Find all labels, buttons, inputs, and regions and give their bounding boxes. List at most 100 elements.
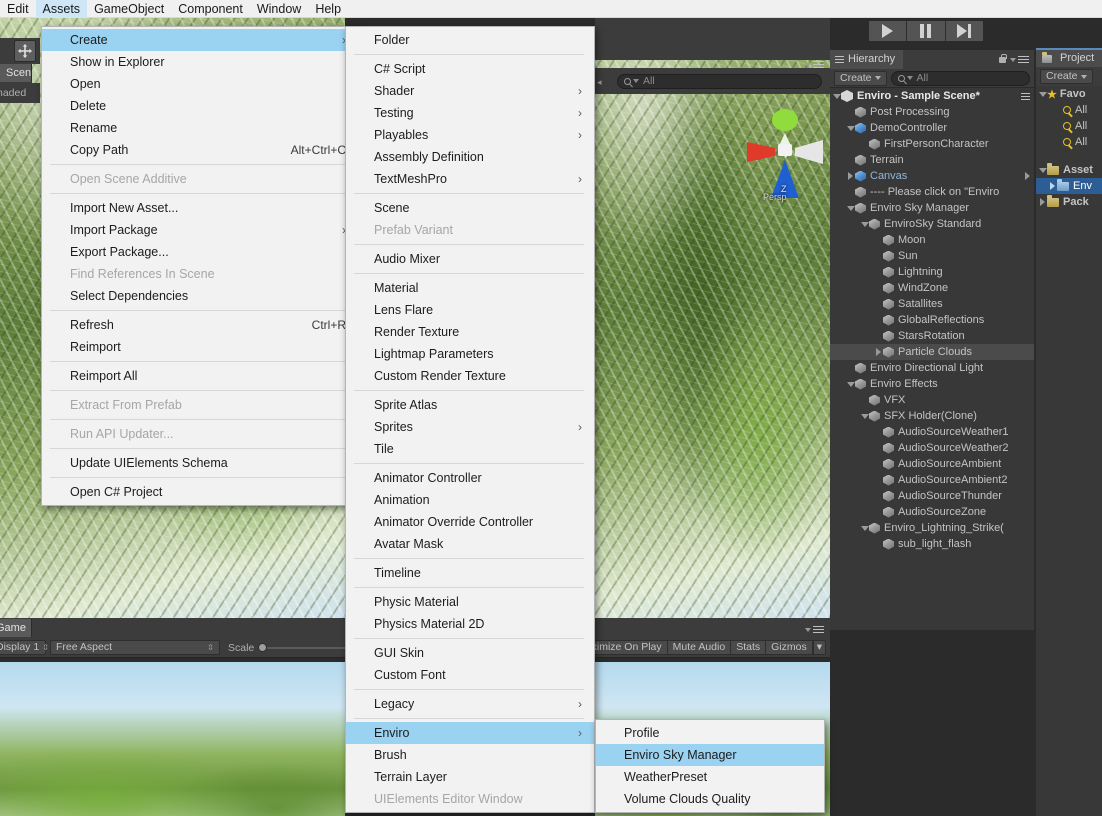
hierarchy-row[interactable]: GlobalReflections (830, 312, 1034, 328)
stats-button[interactable]: Stats (730, 640, 767, 655)
hierarchy-row[interactable]: AudioSourceWeather2 (830, 440, 1034, 456)
project-row[interactable]: Asset (1036, 162, 1102, 178)
scene-context-menu-icon[interactable] (1021, 91, 1030, 102)
expander-down-icon[interactable] (846, 381, 855, 387)
hierarchy-row[interactable]: EnviroSky Standard (830, 216, 1034, 232)
hierarchy-row[interactable]: AudioSourceZone (830, 504, 1034, 520)
tools-strip[interactable] (0, 38, 40, 64)
menu-item-lens-flare[interactable]: Lens Flare (346, 299, 594, 321)
menu-item-volume-clouds-quality[interactable]: Volume Clouds Quality (596, 788, 824, 810)
menu-item-open[interactable]: Open (42, 73, 358, 95)
lock-icon[interactable] (999, 53, 1007, 63)
project-row[interactable]: Pack (1036, 194, 1102, 210)
menu-item-audio-mixer[interactable]: Audio Mixer (346, 248, 594, 270)
menu-item-open-c-project[interactable]: Open C# Project (42, 481, 358, 503)
game-aspect-dropdown[interactable]: Free Aspect ⇳ (50, 640, 220, 655)
hierarchy-row[interactable]: VFX (830, 392, 1034, 408)
gizmos-dropdown-arrow-icon[interactable]: ▾ (812, 640, 826, 655)
menu-item-import-new-asset[interactable]: Import New Asset... (42, 197, 358, 219)
menubar-item-help[interactable]: Help (308, 0, 348, 18)
menu-item-terrain-layer[interactable]: Terrain Layer (346, 766, 594, 788)
menu-item-legacy[interactable]: Legacy › (346, 693, 594, 715)
scale-slider-knob[interactable] (258, 643, 268, 652)
expander-right-icon[interactable] (846, 172, 855, 180)
hierarchy-row[interactable]: Satallites (830, 296, 1034, 312)
hierarchy-row[interactable]: AudioSourceThunder (830, 488, 1034, 504)
menu-item-assembly-definition[interactable]: Assembly Definition (346, 146, 594, 168)
hierarchy-row[interactable]: Enviro Sky Manager (830, 200, 1034, 216)
menu-item-animator-controller[interactable]: Animator Controller (346, 467, 594, 489)
menu-item-material[interactable]: Material (346, 277, 594, 299)
menu-item-sprites[interactable]: Sprites › (346, 416, 594, 438)
menu-item-sprite-atlas[interactable]: Sprite Atlas (346, 394, 594, 416)
menu-item-render-texture[interactable]: Render Texture (346, 321, 594, 343)
menu-item-update-uielements-schema[interactable]: Update UIElements Schema (42, 452, 358, 474)
menu-item-show-in-explorer[interactable]: Show in Explorer (42, 51, 358, 73)
menubar-item-window[interactable]: Window (250, 0, 308, 18)
expander-right-icon[interactable] (874, 348, 883, 356)
game-display-dropdown[interactable]: Display 1 ⇳ (0, 640, 49, 655)
menu-item-animator-override-controller[interactable]: Animator Override Controller (346, 511, 594, 533)
hierarchy-row[interactable]: Lightning (830, 264, 1034, 280)
hierarchy-row[interactable]: Particle Clouds (830, 344, 1034, 360)
project-create-button[interactable]: Create (1040, 69, 1093, 84)
hierarchy-row[interactable]: Enviro Directional Light (830, 360, 1034, 376)
hierarchy-row[interactable]: FirstPersonCharacter (830, 136, 1034, 152)
scene-search-left-arrow-icon[interactable]: ◂ (597, 77, 602, 88)
hierarchy-row[interactable]: AudioSourceWeather1 (830, 424, 1034, 440)
menu-item-enviro-sky-manager[interactable]: Enviro Sky Manager (596, 744, 824, 766)
expander-down-icon[interactable] (860, 525, 869, 531)
menu-item-select-dependencies[interactable]: Select Dependencies (42, 285, 358, 307)
hierarchy-row[interactable]: StarsRotation (830, 328, 1034, 344)
expander-down-icon[interactable] (846, 205, 855, 211)
menu-item-refresh[interactable]: Refresh Ctrl+R (42, 314, 358, 336)
menu-item-tile[interactable]: Tile (346, 438, 594, 460)
tab-game[interactable]: Game (0, 619, 32, 637)
hierarchy-row[interactable]: SFX Holder(Clone) (830, 408, 1034, 424)
expander-down-icon[interactable] (860, 221, 869, 227)
create-submenu[interactable]: Folder C# Script Shader › Testing › Playables ›… (345, 26, 595, 813)
menu-item-playables[interactable]: Playables › (346, 124, 594, 146)
menu-item-custom-font[interactable]: Custom Font (346, 664, 594, 686)
project-row[interactable]: ★ Favo (1036, 86, 1102, 102)
hierarchy-search-input[interactable]: All (890, 70, 1030, 86)
pause-button[interactable] (907, 21, 946, 41)
menu-item-export-package[interactable]: Export Package... (42, 241, 358, 263)
hierarchy-row[interactable]: AudioSourceAmbient2 (830, 472, 1034, 488)
menubar-item-gameobject[interactable]: GameObject (87, 0, 171, 18)
hierarchy-row[interactable]: Enviro_Lightning_Strike( (830, 520, 1034, 536)
hierarchy-row[interactable]: Moon (830, 232, 1034, 248)
menu-item-testing[interactable]: Testing › (346, 102, 594, 124)
expander-down-icon[interactable] (1038, 91, 1047, 97)
hierarchy-row[interactable]: Canvas (830, 168, 1034, 184)
enviro-submenu[interactable]: Profile Enviro Sky Manager WeatherPreset Vo… (595, 719, 825, 813)
project-row[interactable]: All (1036, 118, 1102, 134)
game-options-menu-icon[interactable] (805, 624, 824, 635)
step-button[interactable] (945, 21, 983, 41)
play-button[interactable] (869, 21, 908, 41)
menu-item-gui-skin[interactable]: GUI Skin (346, 642, 594, 664)
menu-item-import-package[interactable]: Import Package › (42, 219, 358, 241)
menu-item-scene[interactable]: Scene (346, 197, 594, 219)
hierarchy-scene-root[interactable]: Enviro - Sample Scene* (830, 88, 1034, 104)
menu-item-lightmap-parameters[interactable]: Lightmap Parameters (346, 343, 594, 365)
main-menu-bar[interactable]: Edit Assets GameObject Component Window Help (0, 0, 1102, 18)
tab-project[interactable]: Project (1036, 48, 1102, 67)
move-tool-icon[interactable] (14, 40, 36, 62)
expander-right-icon[interactable] (1038, 198, 1047, 206)
hierarchy-row[interactable]: Enviro Effects (830, 376, 1034, 392)
project-row[interactable]: Env (1036, 178, 1102, 194)
menu-item-physic-material[interactable]: Physic Material (346, 591, 594, 613)
mute-audio-button[interactable]: Mute Audio (666, 640, 732, 655)
hierarchy-row[interactable]: Post Processing (830, 104, 1034, 120)
hierarchy-row[interactable]: ---- Please click on "Enviro (830, 184, 1034, 200)
menubar-item-component[interactable]: Component (171, 0, 250, 18)
menu-item-shader[interactable]: Shader › (346, 80, 594, 102)
hierarchy-row[interactable]: DemoController (830, 120, 1034, 136)
hierarchy-options-menu-icon[interactable] (1010, 54, 1029, 65)
project-tree[interactable]: ★ Favo All All All Asset Env Pack (1036, 86, 1102, 210)
menu-item-avatar-mask[interactable]: Avatar Mask (346, 533, 594, 555)
assets-dropdown-menu[interactable]: Create › Show in Explorer Open Delete Rename C… (41, 26, 359, 506)
menu-item-rename[interactable]: Rename (42, 117, 358, 139)
gizmos-button[interactable]: Gizmos (765, 640, 813, 655)
